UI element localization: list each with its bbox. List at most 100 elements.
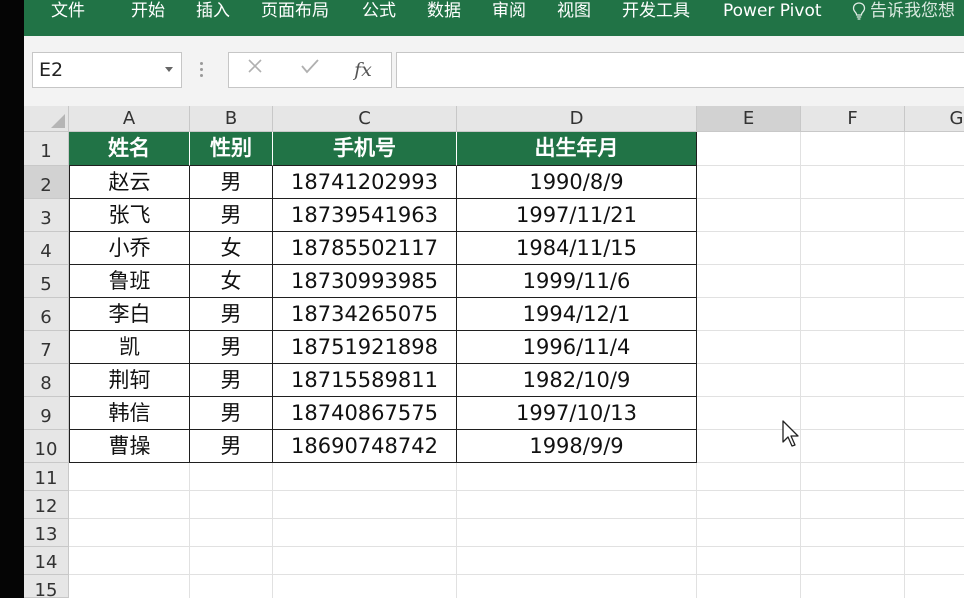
lightbulb-icon — [852, 2, 866, 20]
row-header-8[interactable]: 8 — [24, 364, 69, 397]
name-box-value: E2 — [39, 59, 64, 81]
header-cell-phone[interactable]: 手机号 — [273, 132, 457, 166]
table-cell[interactable]: 男 — [190, 397, 273, 430]
column-header-c[interactable]: C — [273, 106, 457, 132]
table-cell[interactable]: 女 — [190, 232, 273, 265]
tab-page-layout[interactable]: 页面布局 — [261, 0, 329, 22]
table-cell[interactable]: 女 — [190, 265, 273, 298]
table-cell[interactable]: 18730993985 — [273, 265, 457, 298]
table-cell[interactable]: 18734265075 — [273, 298, 457, 331]
table-cell[interactable]: 18740867575 — [273, 397, 457, 430]
row-header-15: 15 — [24, 575, 69, 601]
tab-label: Power Pivot — [723, 1, 822, 21]
ribbon-tab-bar: 文件 开始 插入 页面布局 公式 数据 审阅 视图 开发工具 Power Piv… — [24, 0, 964, 36]
table-cell[interactable]: 1984/11/15 — [457, 232, 697, 265]
tab-label: 视图 — [557, 1, 591, 21]
tab-label: 插入 — [196, 1, 230, 21]
cancel-icon[interactable] — [235, 55, 275, 85]
tab-label: 文件 — [51, 1, 85, 21]
row-header-11[interactable]: 11 — [24, 463, 69, 491]
tab-developer[interactable]: 开发工具 — [622, 0, 690, 22]
tab-label: 页面布局 — [261, 1, 329, 21]
table-cell[interactable]: 男 — [190, 166, 273, 199]
header-cell-name[interactable]: 姓名 — [69, 132, 190, 166]
worksheet-grid[interactable]: 姓名 性别 手机号 出生年月 赵云 男 18741202993 1990/8/9… — [69, 132, 964, 598]
table-cell[interactable]: 男 — [190, 364, 273, 397]
tab-data[interactable]: 数据 — [427, 0, 461, 22]
row-header-12[interactable]: 12 — [24, 491, 69, 519]
table-cell[interactable]: 小乔 — [69, 232, 190, 265]
select-all-triangle-icon — [51, 114, 65, 128]
mouse-cursor-icon — [782, 420, 799, 447]
table-cell[interactable]: 男 — [190, 430, 273, 463]
table-cell[interactable]: 18690748742 — [273, 430, 457, 463]
table-cell[interactable]: 18751921898 — [273, 331, 457, 364]
tab-label: 开发工具 — [622, 1, 690, 21]
table-cell[interactable]: 1998/9/9 — [457, 430, 697, 463]
tab-review[interactable]: 审阅 — [492, 0, 526, 22]
column-header-f[interactable]: F — [801, 106, 905, 132]
table-cell[interactable]: 男 — [190, 298, 273, 331]
table-cell[interactable]: 曹操 — [69, 430, 190, 463]
select-all-button[interactable] — [24, 106, 69, 132]
row-header-9[interactable]: 9 — [24, 397, 69, 430]
tell-me-box[interactable]: 告诉我您想 — [852, 0, 955, 22]
table-cell[interactable]: 李白 — [69, 298, 190, 331]
table-cell[interactable]: 1982/10/9 — [457, 364, 697, 397]
check-icon[interactable] — [290, 55, 330, 85]
row-header-3[interactable]: 3 — [24, 199, 69, 232]
table-cell[interactable]: 荆轲 — [69, 364, 190, 397]
tab-file[interactable]: 文件 — [51, 0, 85, 22]
table-cell[interactable]: 18739541963 — [273, 199, 457, 232]
column-header-d[interactable]: D — [457, 106, 697, 132]
table-cell[interactable]: 赵云 — [69, 166, 190, 199]
tab-label: 数据 — [427, 1, 461, 21]
column-header-a[interactable]: A — [69, 106, 190, 132]
table-cell[interactable]: 张飞 — [69, 199, 190, 232]
table-cell[interactable]: 18785502117 — [273, 232, 457, 265]
name-box[interactable]: E2 — [32, 52, 182, 88]
row-header-5[interactable]: 5 — [24, 265, 69, 298]
column-header-g[interactable]: G — [905, 106, 964, 132]
chevron-down-icon[interactable] — [165, 67, 173, 72]
row-header-7[interactable]: 7 — [24, 331, 69, 364]
column-header-b[interactable]: B — [190, 106, 273, 132]
tab-label: 审阅 — [492, 1, 526, 21]
tab-label: 开始 — [131, 1, 165, 21]
table-cell[interactable]: 18715589811 — [273, 364, 457, 397]
header-cell-birth[interactable]: 出生年月 — [457, 132, 697, 166]
table-cell[interactable]: 男 — [190, 199, 273, 232]
tab-power-pivot[interactable]: Power Pivot — [723, 0, 822, 22]
table-cell[interactable]: 韩信 — [69, 397, 190, 430]
table-cell[interactable]: 18741202993 — [273, 166, 457, 199]
row-header-10[interactable]: 10 — [24, 430, 69, 463]
row-header-14[interactable]: 14 — [24, 547, 69, 575]
table-cell[interactable]: 凯 — [69, 331, 190, 364]
formula-buttons: fx — [228, 52, 392, 88]
tab-view[interactable]: 视图 — [557, 0, 591, 22]
table-cell[interactable]: 1990/8/9 — [457, 166, 697, 199]
table-cell[interactable]: 1997/11/21 — [457, 199, 697, 232]
resize-handle-icon[interactable] — [200, 62, 204, 78]
row-header-13[interactable]: 13 — [24, 519, 69, 547]
insert-function-icon[interactable]: fx — [343, 55, 383, 85]
table-cell[interactable]: 鲁班 — [69, 265, 190, 298]
table-cell[interactable]: 1996/11/4 — [457, 331, 697, 364]
row-header-4[interactable]: 4 — [24, 232, 69, 265]
tab-formulas[interactable]: 公式 — [362, 0, 396, 22]
formula-input[interactable] — [396, 52, 964, 88]
row-header-2[interactable]: 2 — [24, 166, 69, 199]
row-header-6[interactable]: 6 — [24, 298, 69, 331]
tab-insert[interactable]: 插入 — [196, 0, 230, 22]
column-header-e[interactable]: E — [697, 106, 801, 132]
tab-home[interactable]: 开始 — [131, 0, 165, 22]
table-cell[interactable]: 1994/12/1 — [457, 298, 697, 331]
table-cell[interactable]: 1997/10/13 — [457, 397, 697, 430]
table-cell[interactable]: 1999/11/6 — [457, 265, 697, 298]
row-header-1[interactable]: 1 — [24, 132, 69, 166]
header-cell-gender[interactable]: 性别 — [190, 132, 273, 166]
tab-label: 公式 — [362, 1, 396, 21]
table-cell[interactable]: 男 — [190, 331, 273, 364]
tell-me-text: 告诉我您想 — [870, 1, 955, 21]
left-dark-strip — [0, 0, 24, 598]
